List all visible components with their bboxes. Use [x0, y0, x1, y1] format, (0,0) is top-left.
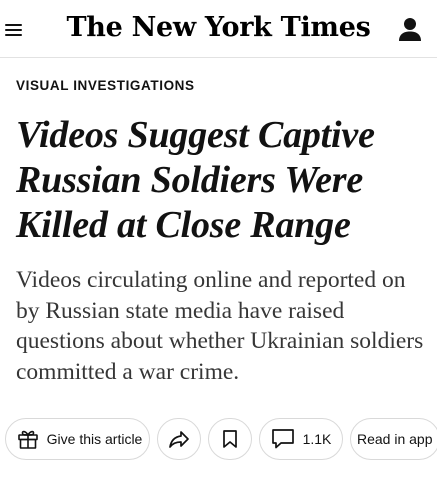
- account-button[interactable]: [398, 16, 422, 42]
- comment-bubble-icon: [271, 429, 294, 449]
- read-in-app-label: Read in app: [357, 431, 433, 447]
- article-summary: Videos circulating online and reported o…: [16, 267, 424, 385]
- section-kicker[interactable]: VISUAL INVESTIGATIONS: [16, 78, 195, 93]
- person-icon: [399, 18, 421, 41]
- top-bar: The New York Times: [0, 0, 437, 58]
- gift-article-button[interactable]: Give this article: [5, 418, 150, 460]
- comments-count: 1.1K: [302, 431, 332, 447]
- gift-icon: [17, 430, 38, 449]
- read-in-app-button[interactable]: Read in app: [350, 418, 437, 460]
- article-headline: Videos Suggest Captive Russian Soldiers …: [16, 114, 375, 246]
- share-arrow-icon: [169, 431, 189, 448]
- bookmark-icon: [223, 430, 237, 448]
- gift-article-label: Give this article: [46, 431, 143, 447]
- comments-button[interactable]: 1.1K: [259, 418, 343, 460]
- share-button[interactable]: [157, 418, 201, 460]
- nyt-logo[interactable]: The New York Times: [0, 12, 437, 43]
- save-button[interactable]: [208, 418, 252, 460]
